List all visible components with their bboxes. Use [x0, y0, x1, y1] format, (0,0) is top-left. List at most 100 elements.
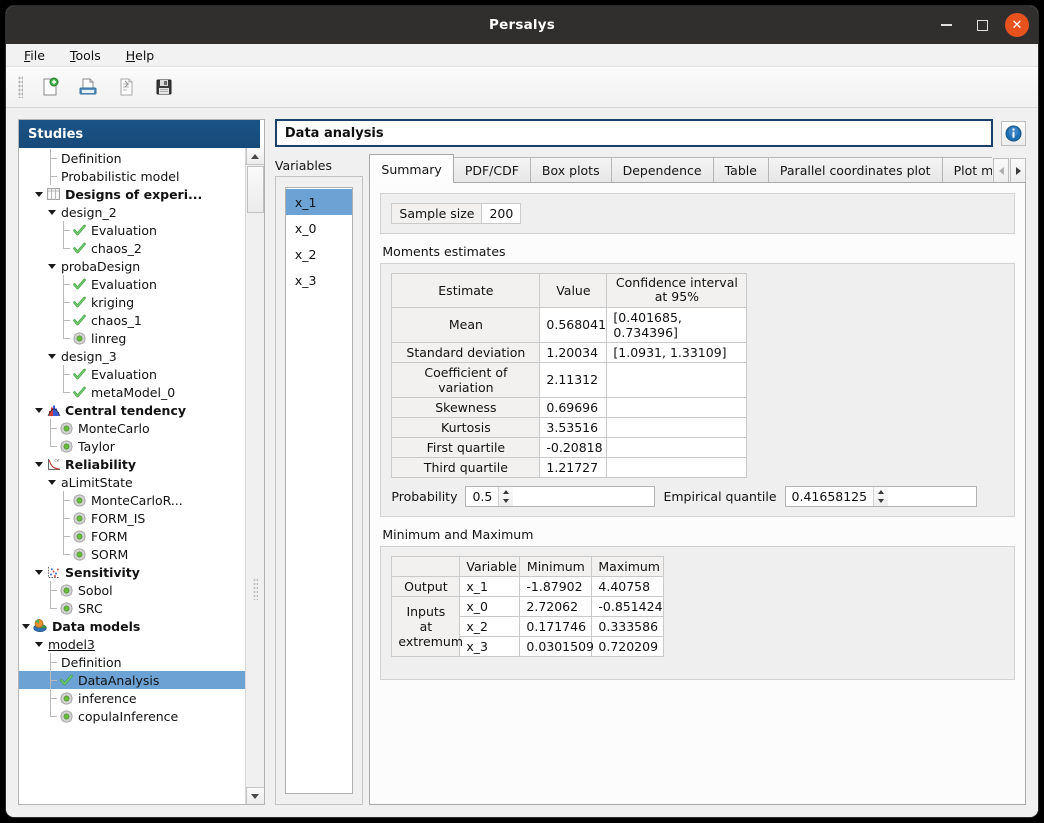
variable-item-x_3[interactable]: x_3 [286, 267, 353, 293]
tree-item-design-2[interactable]: design_2 [19, 203, 260, 221]
tree-item-central-tendency[interactable]: Central tendency [19, 401, 260, 419]
info-button[interactable] [1001, 121, 1026, 146]
tree-item-designs-of-experi[interactable]: Designs of experi... [19, 185, 260, 203]
minmax-header-minimum: Minimum [520, 556, 592, 576]
save-study-button[interactable] [151, 74, 177, 100]
tree-item-reliability[interactable]: CvtReliability [19, 455, 260, 473]
tab-summary[interactable]: Summary [369, 154, 453, 183]
tree-item-label: Evaluation [88, 223, 157, 238]
toolbar-drag-handle[interactable] [18, 76, 23, 98]
tree-item-probabilistic-model[interactable]: Probabilistic model [19, 167, 260, 185]
tab-pdf-cdf[interactable]: PDF/CDF [453, 157, 531, 183]
gear-icon [73, 530, 86, 543]
empirical-quantile-spin-up[interactable] [874, 487, 888, 497]
import-script-icon [116, 77, 136, 97]
menu-tools[interactable]: Tools [66, 46, 105, 65]
tree-expand-arrow[interactable] [45, 354, 58, 359]
import-script-button[interactable] [113, 74, 139, 100]
sample-size-label: Sample size [392, 204, 482, 224]
close-button[interactable]: ✕ [1005, 13, 1029, 37]
tree-item-src[interactable]: SRC [19, 599, 260, 617]
maximize-button[interactable] [969, 12, 995, 38]
tab-scroll-left-button[interactable] [993, 158, 1009, 183]
open-study-button[interactable] [75, 74, 101, 100]
tree-item-evaluation[interactable]: Evaluation [19, 275, 260, 293]
gear-icon [73, 494, 86, 507]
studies-tree-scrollbar[interactable] [245, 148, 264, 804]
probability-spin-down[interactable] [499, 496, 513, 506]
empirical-quantile-spinbox[interactable]: 0.41658125 [785, 486, 977, 507]
tree-item-chaos-2[interactable]: chaos_2 [19, 239, 260, 257]
tree-expand-arrow[interactable] [32, 408, 45, 413]
tree-expand-arrow[interactable] [45, 210, 58, 215]
variable-item-x_2[interactable]: x_2 [286, 241, 353, 267]
tree-item-sensitivity[interactable]: Sensitivity [19, 563, 260, 581]
tree-item-alimitstate[interactable]: aLimitState [19, 473, 260, 491]
probability-spin-buttons[interactable] [498, 487, 513, 506]
tree-item-design-3[interactable]: design_3 [19, 347, 260, 365]
caret-up-icon [878, 490, 884, 494]
tree-item-montecarlo[interactable]: MonteCarlo [19, 419, 260, 437]
scroll-down-button[interactable] [246, 787, 264, 804]
tree-expand-arrow[interactable] [32, 642, 45, 647]
tree-item-dataanalysis[interactable]: DataAnalysis [19, 671, 260, 689]
caret-down-icon [503, 499, 509, 503]
menu-help[interactable]: Help [122, 46, 159, 65]
tree-expand-arrow[interactable] [45, 264, 58, 269]
tree-item-metamodel-0[interactable]: metaModel_0 [19, 383, 260, 401]
chevron-right-icon [1016, 167, 1021, 175]
variable-item-x_0[interactable]: x_0 [286, 215, 353, 241]
menu-file[interactable]: File [20, 46, 49, 65]
scrollbar-thumb[interactable] [247, 166, 264, 213]
tree-item-evaluation[interactable]: Evaluation [19, 365, 260, 383]
tree-item-sobol[interactable]: Sobol [19, 581, 260, 599]
tab-parallel-coordinates-plot[interactable]: Parallel coordinates plot [768, 157, 943, 183]
tree-item-model3[interactable]: model3 [19, 635, 260, 653]
tree-expand-arrow[interactable] [32, 192, 45, 197]
tree-item-montecarlor[interactable]: MonteCarloR... [19, 491, 260, 509]
tree-item-inference[interactable]: inference [19, 689, 260, 707]
tree-item-label: SRC [75, 601, 103, 616]
empirical-quantile-spin-buttons[interactable] [873, 487, 888, 506]
tree-item-taylor[interactable]: Taylor [19, 437, 260, 455]
tree-item-sorm[interactable]: SORM [19, 545, 260, 563]
tree-expand-arrow[interactable] [45, 480, 58, 485]
minimize-button[interactable] [933, 12, 959, 38]
tab-scroll-right-button[interactable] [1010, 158, 1026, 183]
tree-item-probadesign[interactable]: probaDesign [19, 257, 260, 275]
tree-item-data-models[interactable]: Data models [19, 617, 260, 635]
tree-item-evaluation[interactable]: Evaluation [19, 221, 260, 239]
tree-item-label: Central tendency [62, 403, 186, 418]
empirical-quantile-label: Empirical quantile [663, 489, 776, 504]
title-bar: Persalys ✕ [6, 6, 1038, 44]
tab-dependence[interactable]: Dependence [611, 157, 714, 183]
studies-tree[interactable]: DefinitionProbabilistic modelDesigns of … [19, 148, 260, 804]
tree-expand-arrow[interactable] [32, 462, 45, 467]
tree-expand-arrow[interactable] [19, 624, 32, 629]
moments-section-label: Moments estimates [382, 244, 1015, 259]
scroll-up-button[interactable] [246, 148, 264, 165]
study-title-field[interactable]: Data analysis [275, 119, 993, 147]
variables-panel: Variables x_1x_0x_2x_3 [275, 154, 364, 805]
gear-icon-wrap [58, 692, 75, 705]
minmax-variable-cell: x_2 [460, 616, 520, 636]
new-study-button[interactable] [37, 74, 63, 100]
tab-plot-matrix[interactable]: Plot matrix [942, 157, 992, 183]
tree-expand-arrow[interactable] [32, 570, 45, 575]
tree-item-linreg[interactable]: linreg [19, 329, 260, 347]
tree-item-form-is[interactable]: FORM_IS [19, 509, 260, 527]
tree-item-form[interactable]: FORM [19, 527, 260, 545]
variables-list[interactable]: x_1x_0x_2x_3 [285, 187, 354, 794]
probability-spin-up[interactable] [499, 487, 513, 497]
tree-item-kriging[interactable]: kriging [19, 293, 260, 311]
variable-item-x_1[interactable]: x_1 [286, 189, 353, 215]
empirical-quantile-spin-down[interactable] [874, 496, 888, 506]
tree-item-definition[interactable]: Definition [19, 653, 260, 671]
tree-item-copulainference[interactable]: copulaInference [19, 707, 260, 725]
tab-table[interactable]: Table [713, 157, 769, 183]
probability-spinbox[interactable]: 0.5 [465, 486, 655, 507]
tree-item-chaos-1[interactable]: chaos_1 [19, 311, 260, 329]
triangle-down-icon [35, 462, 43, 467]
tab-box-plots[interactable]: Box plots [530, 157, 612, 183]
tree-item-definition[interactable]: Definition [19, 149, 260, 167]
